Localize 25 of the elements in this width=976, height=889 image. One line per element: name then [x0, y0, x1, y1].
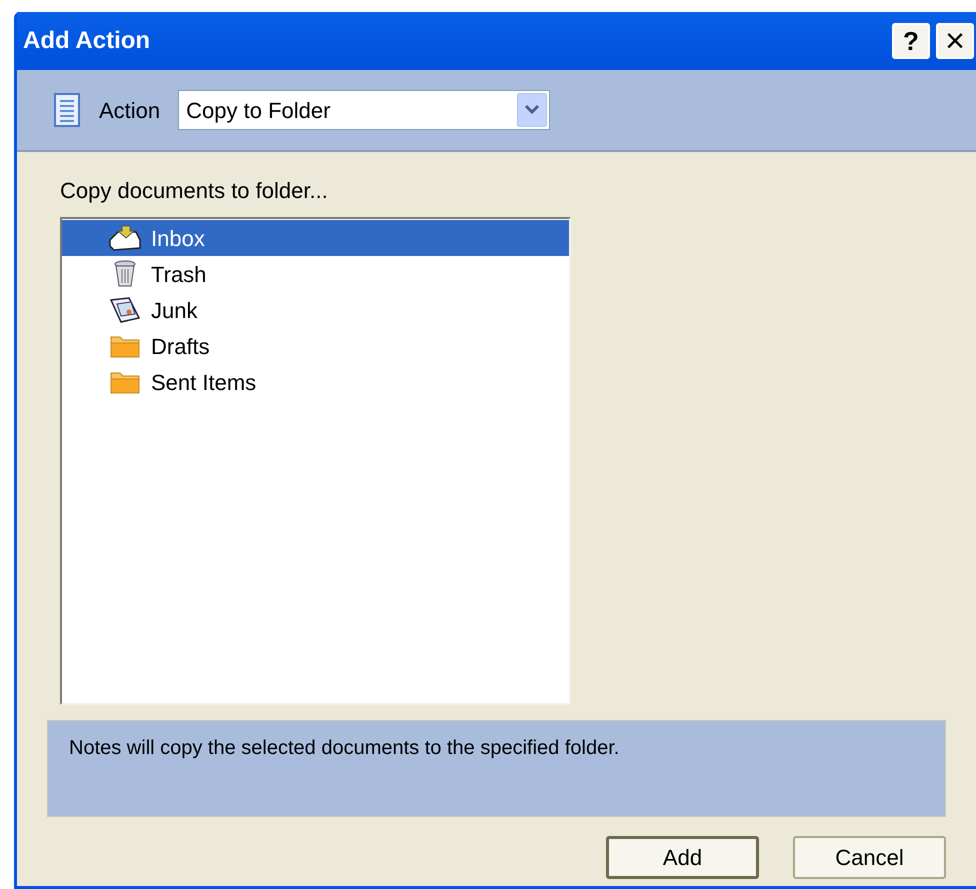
folder-item[interactable]: Trash	[62, 256, 569, 292]
folder-item[interactable]: Sent Items	[62, 364, 569, 400]
folder-name: Sent Items	[151, 368, 256, 396]
document-icon	[53, 92, 81, 128]
folder-icon	[110, 334, 140, 358]
window-title: Add Action	[23, 26, 152, 56]
dialog-button[interactable]: Cancel	[793, 836, 946, 879]
folder-list-label: Copy documents to folder...	[60, 177, 329, 205]
folder-name: Inbox	[151, 224, 205, 252]
folder-icon	[110, 370, 140, 394]
action-dropdown[interactable]: Copy to Folder	[178, 90, 550, 130]
trash-can-icon	[112, 259, 138, 289]
envelope-stack-icon	[109, 296, 141, 324]
folder-name: Drafts	[151, 332, 210, 360]
action-label: Action	[99, 96, 160, 124]
dialog-button[interactable]: Add	[606, 836, 759, 879]
inbox-tray-icon	[108, 224, 142, 252]
folder-name: Trash	[151, 260, 206, 288]
help-button[interactable]: ?	[892, 23, 930, 59]
folder-item[interactable]: Inbox	[62, 220, 569, 256]
folder-name: Junk	[151, 296, 198, 324]
description-text: Notes will copy the selected documents to the specified folder.	[69, 737, 620, 759]
folder-item[interactable]: Drafts	[62, 328, 569, 364]
folder-item[interactable]: Junk	[62, 292, 569, 328]
close-button[interactable]: ×	[936, 23, 974, 59]
